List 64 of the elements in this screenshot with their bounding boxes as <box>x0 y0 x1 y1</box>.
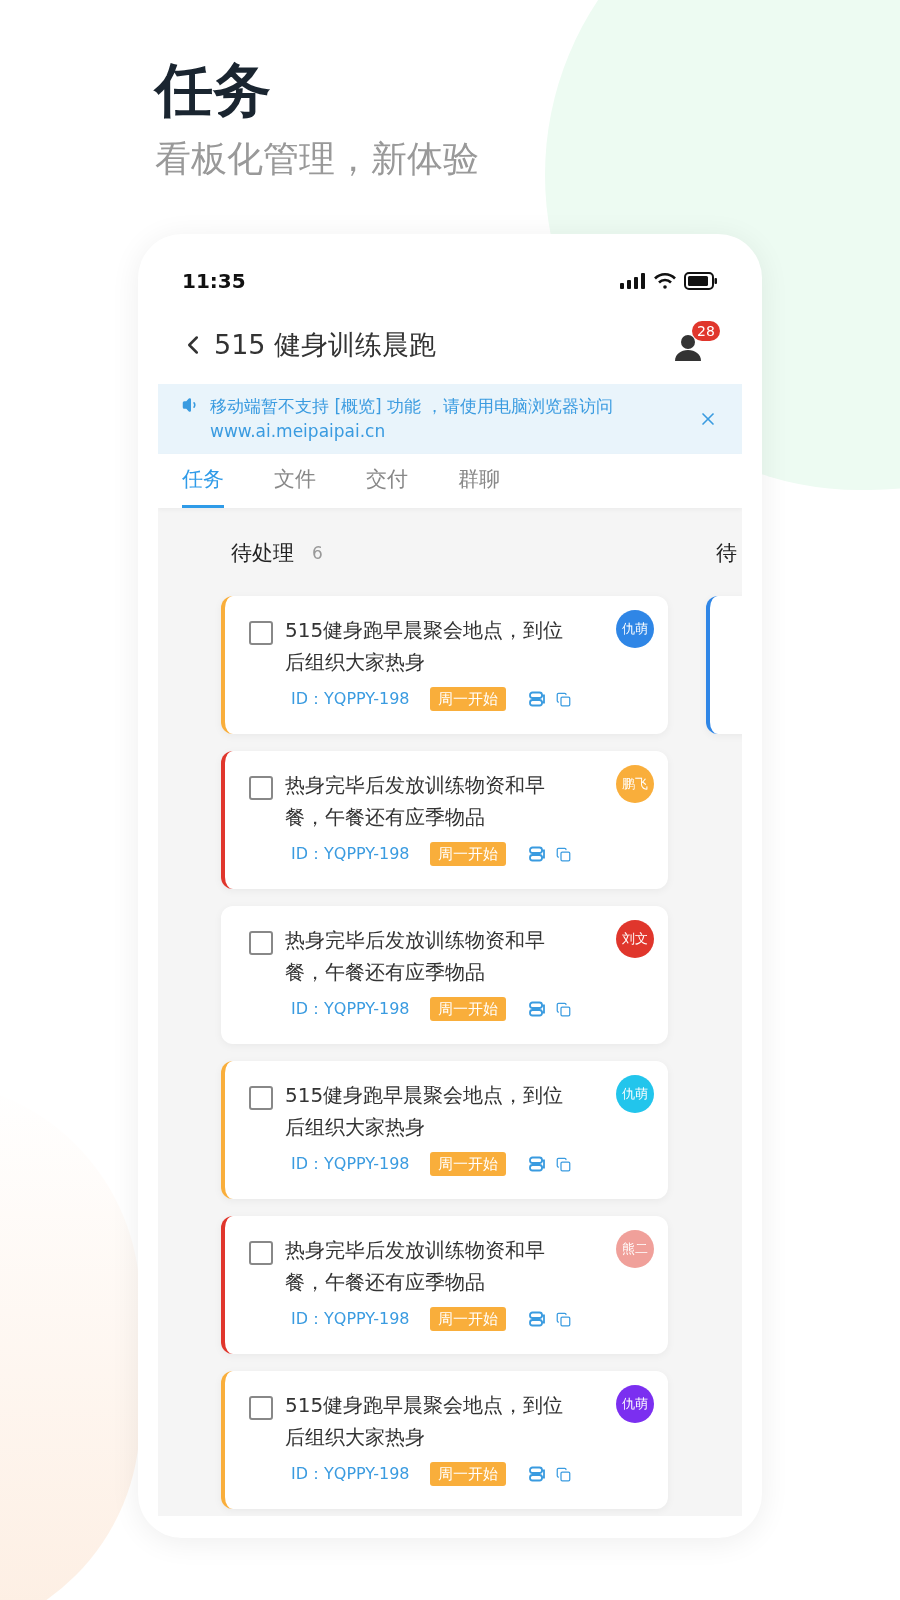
assignee-avatar[interactable]: 刘文 <box>616 920 654 958</box>
copy-icon[interactable] <box>555 1001 571 1017</box>
due-tag: 周一开始 <box>429 687 506 711</box>
task-card[interactable]: 515健身跑早晨聚会地点，到位后组织大家热身 ID：YQPPY-198 周一开始 仇萌 <box>221 1371 668 1509</box>
task-checkbox[interactable] <box>249 776 273 800</box>
task-id: ID：YQPPY-198 <box>291 688 410 710</box>
wifi-icon <box>653 272 677 290</box>
copy-icon[interactable] <box>555 846 571 862</box>
task-card[interactable]: 热身完毕后发放训练物资和早餐，午餐还有应季物品 ID：YQPPY-198 周一开始 鹏飞 <box>221 751 668 889</box>
task-id: ID：YQPPY-198 <box>291 998 410 1020</box>
task-id: ID：YQPPY-198 <box>291 1153 410 1175</box>
due-tag: 周一开始 <box>429 1307 506 1331</box>
status-time: 11:35 <box>182 268 246 295</box>
task-card[interactable]: 热身完毕后发放训练物资和早餐，午餐还有应季物品 ID：YQPPY-198 周一开始 刘文 <box>221 906 668 1044</box>
assignee-avatar[interactable]: 仇萌 <box>616 1385 654 1423</box>
link-icon[interactable] <box>527 691 546 707</box>
task-card[interactable]: 热身完毕后发放训练物资和早餐，午餐还有应季物品 ID：YQPPY-198 周一开始 熊二 <box>221 1216 668 1354</box>
due-tag: 周一开始 <box>429 842 506 866</box>
task-checkbox[interactable] <box>249 931 273 955</box>
link-icon[interactable] <box>527 1466 546 1482</box>
due-tag: 周一开始 <box>429 997 506 1021</box>
battery-icon <box>684 272 718 290</box>
task-id: ID：YQPPY-198 <box>291 1463 410 1485</box>
copy-icon[interactable] <box>555 1466 571 1482</box>
task-title: 热身完毕后发放训练物资和早餐，午餐还有应季物品 <box>285 927 546 986</box>
assignee-avatar[interactable]: 仇萌 <box>616 610 654 648</box>
link-icon[interactable] <box>527 846 546 862</box>
task-title: 515健身跑早晨聚会地点，到位后组织大家热身 <box>285 617 565 676</box>
column-title: 待 <box>716 540 737 568</box>
task-checkbox[interactable] <box>249 1086 273 1110</box>
task-title: 515健身跑早晨聚会地点，到位后组织大家热身 <box>285 1082 565 1141</box>
link-icon[interactable] <box>527 1156 546 1172</box>
assignee-avatar[interactable]: 鹏飞 <box>616 765 654 803</box>
copy-icon[interactable] <box>555 1156 571 1172</box>
task-id: ID：YQPPY-198 <box>291 1308 410 1330</box>
column-title: 待处理 <box>231 540 294 568</box>
task-checkbox[interactable] <box>249 621 273 645</box>
notice-link[interactable]: www.ai.meipaipai.cn <box>210 419 698 444</box>
task-title: 热身完毕后发放训练物资和早餐，午餐还有应季物品 <box>285 1237 546 1296</box>
project-title: 515 健身训练晨跑 <box>214 327 438 362</box>
signal-icon <box>620 273 646 289</box>
task-title: 热身完毕后发放训练物资和早餐，午餐还有应季物品 <box>285 772 546 831</box>
column-count: 6 <box>312 542 323 566</box>
page-subtitle: 看板化管理，新体验 <box>155 137 480 181</box>
notice-text: 移动端暂不支持 [概览] 功能 ，请使用电脑浏览器访问 <box>210 395 615 418</box>
copy-icon[interactable] <box>555 1311 571 1327</box>
assignee-avatar[interactable]: 熊二 <box>616 1230 654 1268</box>
link-icon[interactable] <box>527 1311 546 1327</box>
tab[interactable]: 交付 <box>366 454 408 508</box>
tab[interactable]: 群聊 <box>458 454 500 508</box>
task-card[interactable]: 515健身跑早晨聚会地点，到位后组织大家热身 ID：YQPPY-198 周一开始 仇萌 <box>221 596 668 734</box>
due-tag: 周一开始 <box>429 1462 506 1486</box>
link-icon[interactable] <box>527 1001 546 1017</box>
task-card[interactable]: 515健身跑早晨聚会地点，到位后组织大家热身 ID：YQPPY-198 周一开始 仇萌 <box>221 1061 668 1199</box>
copy-icon[interactable] <box>555 691 571 707</box>
task-checkbox[interactable] <box>249 1241 273 1265</box>
member-count-badge: 28 <box>692 321 720 341</box>
task-checkbox[interactable] <box>249 1396 273 1420</box>
assignee-avatar[interactable]: 仇萌 <box>616 1075 654 1113</box>
tab[interactable]: 文件 <box>274 454 316 508</box>
task-title: 515健身跑早晨聚会地点，到位后组织大家热身 <box>285 1392 565 1451</box>
page-title: 任务 <box>155 55 272 126</box>
due-tag: 周一开始 <box>429 1152 506 1176</box>
task-id: ID：YQPPY-198 <box>291 843 410 865</box>
